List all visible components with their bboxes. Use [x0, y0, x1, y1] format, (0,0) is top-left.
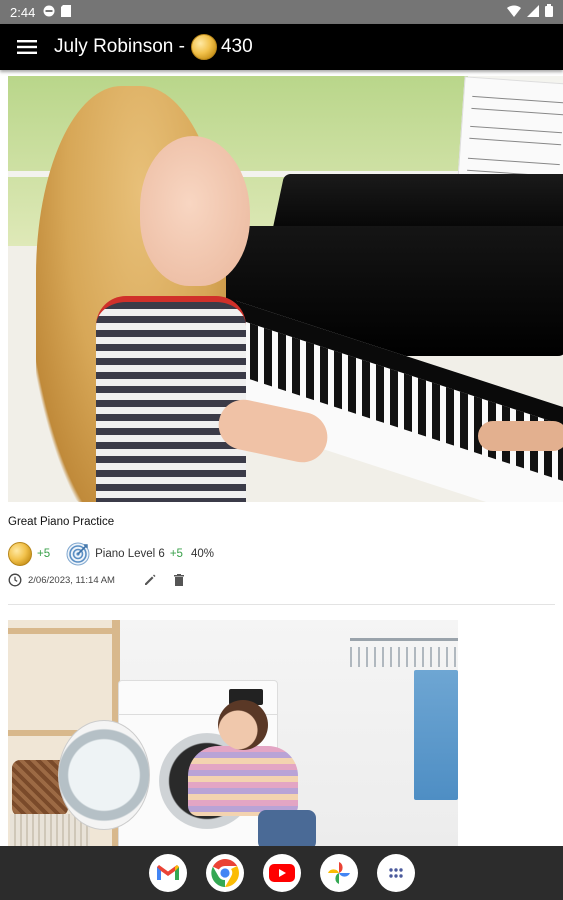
activity-rewards: +5 Piano Level 6 +5 40%: [8, 542, 563, 566]
status-bar: 2:44: [0, 0, 563, 24]
coin-icon: [8, 542, 32, 566]
edit-icon[interactable]: [143, 573, 157, 587]
menu-button[interactable]: [0, 24, 54, 70]
battery-icon: [545, 4, 553, 20]
photos-icon[interactable]: [319, 854, 358, 892]
coin-reward: +5: [37, 548, 51, 560]
dnd-icon: [43, 5, 55, 20]
coin-balance: 430: [220, 36, 253, 57]
target-icon: [66, 542, 90, 566]
activity-feed: Great Piano Practice +5 Piano Level 6 +5…: [0, 70, 563, 846]
app-dock: [0, 846, 563, 900]
clock-icon: [8, 573, 22, 587]
skill-points: +5: [169, 548, 183, 560]
status-time: 2:44: [10, 4, 36, 20]
activity-card[interactable]: Great Piano Practice +5 Piano Level 6 +5…: [8, 76, 563, 588]
activity-photo[interactable]: [8, 76, 563, 502]
wifi-icon: [507, 4, 521, 20]
activity-meta: 2/06/2023, 11:14 AM: [8, 572, 563, 588]
youtube-icon[interactable]: [262, 854, 301, 892]
activity-card[interactable]: [8, 620, 458, 846]
skill-progress: 40%: [190, 548, 214, 560]
hamburger-icon: [17, 40, 37, 54]
app-title: July Robinson -: [54, 36, 185, 57]
app-bar: July Robinson - 430: [0, 24, 563, 70]
signal-icon: [527, 4, 539, 20]
gmail-icon[interactable]: [148, 854, 187, 892]
app-drawer-icon[interactable]: [376, 854, 415, 892]
activity-photo[interactable]: [8, 620, 458, 846]
sd-card-icon: [61, 4, 72, 20]
coin-icon: [190, 34, 217, 60]
chrome-icon[interactable]: [205, 854, 244, 892]
delete-icon[interactable]: [173, 574, 185, 586]
skill-name: Piano Level 6: [95, 548, 165, 560]
activity-timestamp: 2/06/2023, 11:14 AM: [28, 574, 115, 586]
activity-title: Great Piano Practice: [8, 516, 115, 528]
card-divider: [8, 604, 555, 605]
